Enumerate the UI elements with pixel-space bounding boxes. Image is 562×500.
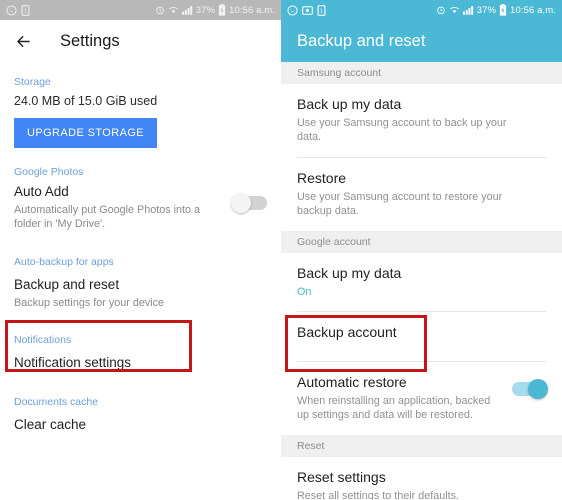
backup-and-reset-title: Backup and reset [14, 277, 120, 292]
section-label-notifications: Notifications [14, 334, 72, 347]
section-label-storage: Storage [14, 76, 51, 88]
auto-add-description: Automatically put Google Photos into a f… [14, 203, 201, 231]
right-phone-screen: 1 37% 10:56 a.m. Backup and reset Samsun… [281, 0, 562, 500]
right-status-system-icons: 37% 10:56 a.m. [436, 4, 556, 16]
group-header-reset: Reset [281, 434, 562, 457]
backup-account-title: Backup account [297, 324, 397, 341]
right-status-notification-icons: 1 [287, 4, 326, 16]
setting-row-restore[interactable]: Restore Use your Samsung account to rest… [281, 157, 562, 231]
automatic-restore-description: When reinstalling an application, backed… [297, 394, 491, 422]
setting-row-google-back-up-my-data[interactable]: Back up my data On [281, 252, 562, 312]
reset-settings-description: Reset all settings to their defaults. [297, 489, 460, 500]
left-phone-screen: 1 37% 10:56 a.m. Settings Storage 24.0 M… [0, 0, 281, 500]
automatic-restore-text: Automatic restore When reinstalling an a… [297, 374, 502, 423]
clear-cache-title: Clear cache [14, 417, 87, 433]
setting-row-automatic-restore[interactable]: Automatic restore When reinstalling an a… [281, 362, 562, 435]
dual-screenshot-container: 1 37% 10:56 a.m. Settings Storage 24.0 M… [0, 0, 562, 500]
google-back-up-my-data-title: Back up my data [297, 264, 402, 281]
svg-text:1: 1 [320, 8, 323, 14]
setting-row-samsung-back-up-my-data[interactable]: Back up my data Use your Samsung account… [281, 84, 562, 157]
section-label-documents-cache: Documents cache [14, 396, 99, 409]
left-clock: 10:56 a.m. [229, 4, 275, 16]
sim-icon: 1 [21, 4, 30, 16]
alarm-icon [155, 5, 165, 15]
backup-and-reset-description: Backup settings for your device [14, 296, 165, 309]
section-label-auto-backup: Auto-backup for apps [14, 256, 114, 268]
setting-row-backup-account[interactable]: Backup account [281, 312, 562, 361]
whatsapp-icon [287, 4, 298, 16]
auto-add-toggle-knob [231, 193, 251, 213]
right-page-title: Backup and reset [297, 31, 426, 50]
wifi-icon [449, 5, 460, 15]
auto-add-text: Auto Add Automatically put Google Photos… [14, 184, 225, 232]
automatic-restore-toggle-knob [528, 379, 548, 399]
right-status-bar: 1 37% 10:56 a.m. [281, 0, 562, 20]
samsung-back-up-my-data-description: Use your Samsung account to back up your… [297, 116, 507, 144]
sim-icon: 1 [317, 4, 326, 16]
setting-row-clear-cache[interactable]: Clear cache [14, 417, 267, 434]
section-label-google-photos: Google Photos [14, 166, 84, 178]
auto-add-toggle[interactable] [231, 193, 267, 213]
alarm-icon [436, 5, 446, 15]
signal-icon [462, 5, 474, 15]
whatsapp-icon [6, 4, 17, 16]
notification-settings-title: Notification settings [14, 355, 132, 371]
google-back-up-my-data-state: On [297, 285, 312, 298]
left-status-bar: 1 37% 10:56 a.m. [0, 0, 281, 20]
upgrade-storage-button[interactable]: UPGRADE STORAGE [14, 118, 158, 148]
restore-title: Restore [297, 169, 347, 186]
screenshot-icon [302, 5, 313, 16]
back-arrow-icon[interactable] [12, 30, 34, 52]
left-status-system-icons: 37% 10:56 a.m. [155, 4, 275, 16]
group-header-google-account: Google account [281, 230, 562, 253]
setting-row-reset-settings[interactable]: Reset settings Reset all settings to the… [281, 456, 562, 500]
left-settings-list: Storage 24.0 MB of 15.0 GiB used UPGRADE… [0, 76, 281, 434]
group-header-samsung-account: Samsung account [281, 62, 562, 84]
automatic-restore-title: Automatic restore [297, 374, 407, 390]
page-title: Settings [60, 31, 120, 50]
storage-usage-value: 24.0 MB of 15.0 GiB used [14, 94, 158, 108]
setting-row-auto-add[interactable]: Auto Add Automatically put Google Photos… [14, 184, 267, 232]
signal-icon [181, 5, 193, 15]
auto-add-title: Auto Add [14, 184, 69, 199]
left-status-notification-icons: 1 [6, 4, 30, 16]
wifi-icon [168, 5, 179, 15]
backup-and-reset-list: Samsung account Back up my data Use your… [281, 62, 562, 500]
right-battery-percent: 37% [476, 4, 497, 16]
left-battery-percent: 37% [195, 4, 216, 16]
battery-charging-icon [499, 4, 507, 16]
battery-charging-icon [218, 4, 226, 16]
right-app-bar: Backup and reset [281, 20, 562, 62]
restore-description: Use your Samsung account to restore your… [297, 190, 503, 218]
left-app-bar: Settings [0, 20, 281, 62]
automatic-restore-toggle[interactable] [512, 379, 548, 399]
right-clock: 10:56 a.m. [510, 4, 556, 16]
setting-row-backup-and-reset[interactable]: Backup and reset Backup settings for you… [14, 277, 267, 310]
svg-text:1: 1 [24, 8, 27, 14]
samsung-back-up-my-data-title: Back up my data [297, 96, 402, 112]
setting-row-notification-settings[interactable]: Notification settings [14, 355, 267, 372]
reset-settings-title: Reset settings [297, 468, 386, 485]
